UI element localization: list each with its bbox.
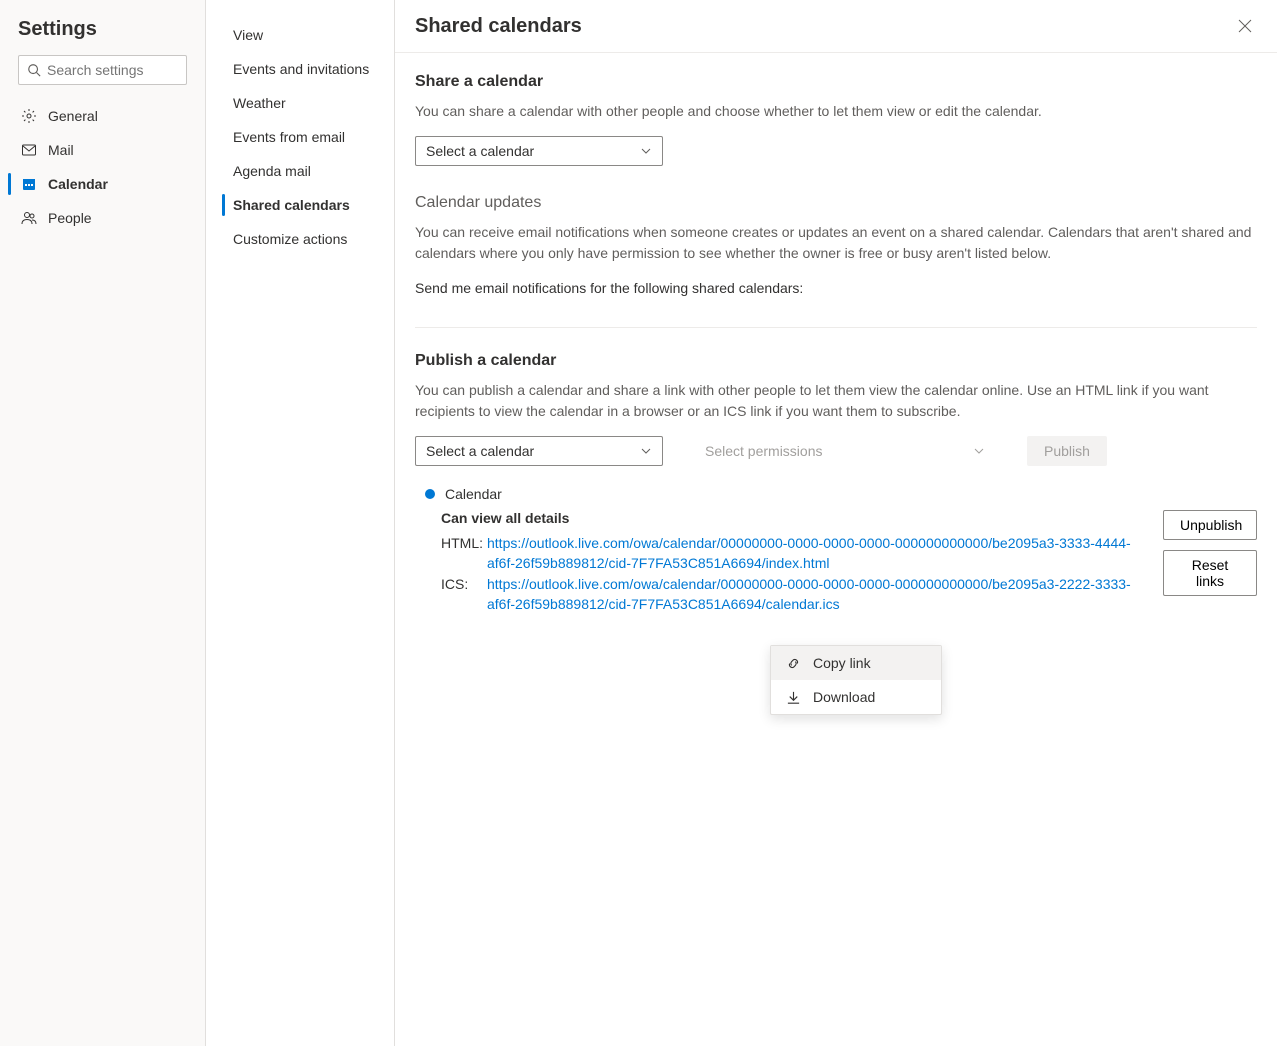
gear-icon [20,107,38,125]
publish-heading: Publish a calendar [415,352,1257,370]
subnav-events-from-email[interactable]: Events from email [206,120,394,154]
context-download-label: Download [813,689,875,705]
nav-general-label: General [48,108,98,124]
nav-mail-label: Mail [48,142,74,158]
publish-calendar-select[interactable]: Select a calendar [415,436,663,466]
link-context-menu: Copy link Download [770,645,942,715]
context-download[interactable]: Download [771,680,941,714]
nav-mail[interactable]: Mail [0,133,205,167]
mail-icon [20,141,38,159]
panel-header: Shared calendars [395,0,1277,53]
publish-select-value: Select a calendar [426,443,534,459]
published-calendar-row: Calendar [425,486,1257,502]
permissions-select: Select permissions [695,437,995,465]
chevron-down-icon [640,145,652,157]
chevron-down-icon [640,445,652,457]
nav-calendar[interactable]: Calendar [0,167,205,201]
share-calendar-select[interactable]: Select a calendar [415,136,663,166]
section-divider [415,327,1257,328]
publish-calendar-section: Publish a calendar You can publish a cal… [415,352,1257,616]
calendar-color-dot [425,489,435,499]
page-title: Shared calendars [415,15,582,38]
ics-link-row: ICS: https://outlook.live.com/owa/calend… [441,575,1133,614]
subnav-weather[interactable]: Weather [206,86,394,120]
updates-desc: You can receive email notifications when… [415,222,1257,264]
subnav-customize-actions[interactable]: Customize actions [206,222,394,256]
people-icon [20,209,38,227]
updates-prompt: Send me email notifications for the foll… [415,278,1257,299]
chevron-down-icon [973,445,985,457]
link-icon [785,655,801,671]
search-icon [27,63,41,77]
permissions-value: Select permissions [705,443,823,459]
download-icon [785,689,801,705]
search-field[interactable] [47,62,228,78]
nav-people[interactable]: People [0,201,205,235]
publish-button: Publish [1027,436,1107,466]
close-button[interactable] [1233,14,1257,38]
share-desc: You can share a calendar with other peop… [415,101,1257,122]
permission-label: Can view all details [441,510,1133,526]
subnav-agenda-mail[interactable]: Agenda mail [206,154,394,188]
main-panel: Shared calendars Share a calendar You ca… [395,0,1277,1046]
reset-links-button[interactable]: Reset links [1163,550,1257,596]
context-copy-link[interactable]: Copy link [771,646,941,680]
share-calendar-section: Share a calendar You can share a calenda… [415,73,1257,166]
nav-people-label: People [48,210,92,226]
subnav-view[interactable]: View [206,18,394,52]
context-copy-label: Copy link [813,655,871,671]
ics-label: ICS: [441,575,481,614]
subnav-shared-calendars[interactable]: Shared calendars [206,188,394,222]
unpublish-button[interactable]: Unpublish [1163,510,1257,540]
share-select-value: Select a calendar [426,143,534,159]
settings-title: Settings [0,14,205,55]
html-link-row: HTML: https://outlook.live.com/owa/calen… [441,534,1133,573]
search-settings-input[interactable] [18,55,187,85]
nav-general[interactable]: General [0,99,205,133]
html-link[interactable]: https://outlook.live.com/owa/calendar/00… [487,534,1133,573]
publish-desc: You can publish a calendar and share a l… [415,380,1257,422]
html-label: HTML: [441,534,481,573]
share-heading: Share a calendar [415,73,1257,91]
updates-heading: Calendar updates [415,194,1257,212]
calendar-subnav: View Events and invitations Weather Even… [206,0,395,1046]
calendar-updates-section: Calendar updates You can receive email n… [415,194,1257,299]
settings-sidebar: Settings General Mail Calendar People [0,0,206,1046]
nav-calendar-label: Calendar [48,176,108,192]
calendar-icon [20,175,38,193]
published-calendar-name: Calendar [445,486,502,502]
ics-link[interactable]: https://outlook.live.com/owa/calendar/00… [487,575,1133,614]
subnav-events-invitations[interactable]: Events and invitations [206,52,394,86]
